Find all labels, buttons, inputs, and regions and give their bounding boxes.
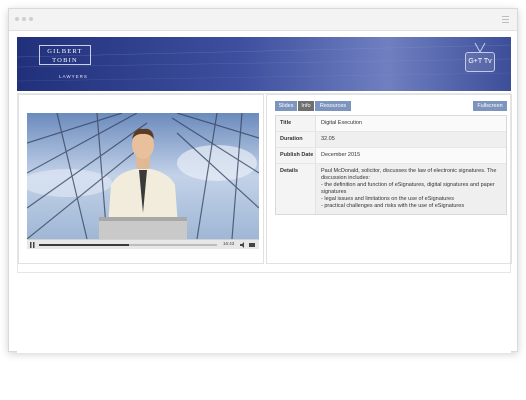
banner-lines-decoration [17,44,511,82]
table-row: Title Digital Execution [276,116,506,132]
window-titlebar [9,9,517,31]
page-blank-area [17,279,511,353]
video-player[interactable] [27,113,259,239]
details-intro: Paul McDonald, solicitor, discusses the … [321,168,497,181]
fullscreen-button[interactable]: Fullscreen [473,101,507,111]
video-frame-image [27,113,259,239]
info-value-details: Paul McDonald, solicitor, discusses the … [316,164,506,214]
gt-tv-logo[interactable]: G+T Tv [465,52,495,72]
table-row: Publish Date December 2015 [276,148,506,164]
progress-track[interactable] [39,244,217,246]
pause-icon[interactable] [30,242,35,248]
video-controls: 16:43 [27,239,259,249]
progress-fill [39,244,129,246]
logo-subtitle: LAWYERS [59,74,88,79]
window-dot-icon[interactable] [15,17,19,21]
info-key: Duration [276,132,316,147]
logo-line-1: GILBERT [47,48,83,55]
window-dot-icon[interactable] [22,17,26,21]
table-row: Details Paul McDonald, solicitor, discus… [276,164,506,214]
info-key: Publish Date [276,148,316,163]
tab-info[interactable]: Info [298,101,314,111]
volume-icon[interactable] [240,242,246,249]
window-dot-icon[interactable] [29,17,33,21]
video-panel: 16:43 [18,94,264,264]
info-panel: Slides Info Resources Fullscreen Title D… [266,94,512,264]
tab-slides[interactable]: Slides [275,101,297,111]
tab-resources[interactable]: Resources [315,101,351,111]
browser-window: GILBERT TOBIN LAWYERS G+T Tv 16:43 Slide… [8,8,518,353]
menu-icon[interactable] [502,16,509,23]
info-value: December 2015 [316,148,506,163]
logo-line-2: TOBIN [52,57,78,64]
captions-icon[interactable] [249,242,255,249]
tv-antenna-icon [474,42,486,52]
time-display: 16:43 [223,241,235,246]
company-logo[interactable]: GILBERT TOBIN [39,45,91,65]
details-item: - legal issues and limitations on the us… [321,196,454,202]
details-item: - practical challenges and risks with th… [321,203,465,209]
info-key: Details [276,164,316,214]
info-table: Title Digital Execution Duration 32.05 P… [275,115,507,215]
info-value: Digital Execution [316,116,506,131]
header-banner: GILBERT TOBIN LAWYERS G+T Tv [17,37,511,91]
info-value: 32.05 [316,132,506,147]
details-item: - the definition and function of eSignat… [321,182,495,195]
main-content: 16:43 Slides Info Resources Fullscreen T… [17,93,512,273]
table-row: Duration 32.05 [276,132,506,148]
info-key: Title [276,116,316,131]
